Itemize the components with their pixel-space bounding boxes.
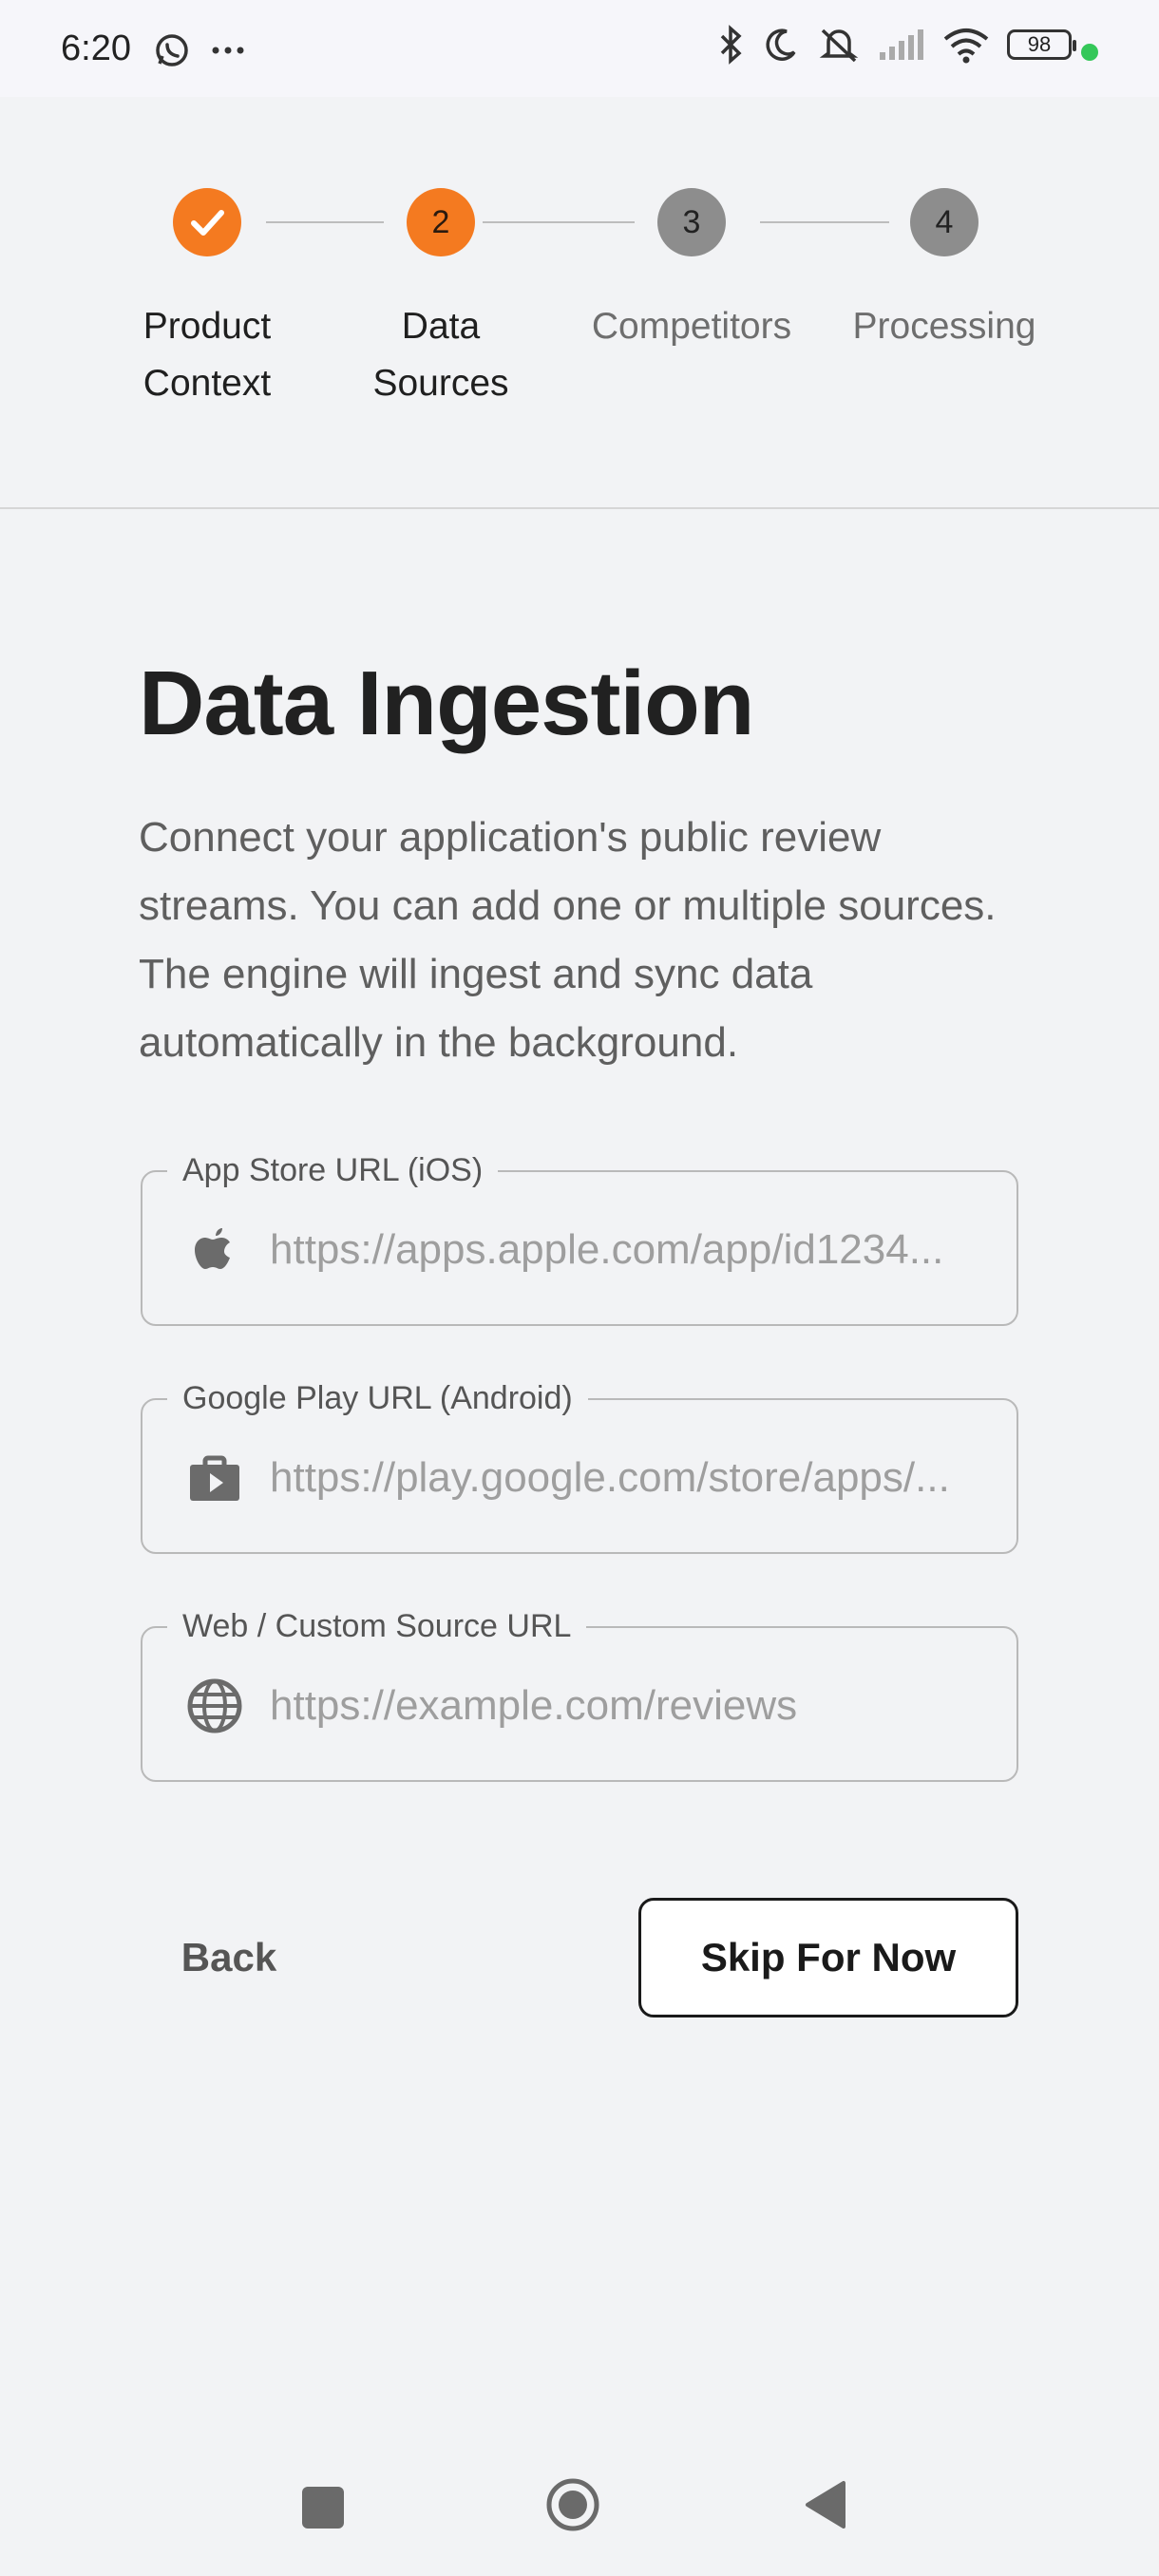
status-time: 6:20 xyxy=(61,28,131,68)
whatsapp-icon xyxy=(156,34,188,66)
app-store-url-label: App Store URL (iOS) xyxy=(167,1147,499,1193)
app-store-url-field[interactable]: App Store URL (iOS) xyxy=(141,1147,1018,1326)
wifi-icon xyxy=(943,28,989,64)
step-3-label: Competitors xyxy=(591,306,792,347)
skip-for-now-button[interactable]: Skip For Now xyxy=(638,1898,1018,2017)
custom-source-url-input[interactable] xyxy=(270,1666,992,1746)
app-store-url-input[interactable] xyxy=(270,1210,992,1290)
step-4-indicator: 4 xyxy=(910,188,978,256)
privacy-indicator-dot xyxy=(1081,44,1098,61)
mute-icon xyxy=(819,28,859,63)
play-store-icon xyxy=(190,1455,239,1501)
battery-level: 98 xyxy=(1027,32,1052,56)
step-1-label-line2: Context xyxy=(142,363,272,404)
step-2-label-line1: Data xyxy=(401,306,481,347)
home-icon[interactable] xyxy=(545,2477,600,2532)
moon-icon xyxy=(766,28,796,61)
google-play-url-label: Google Play URL (Android) xyxy=(167,1375,588,1421)
step-1-label-line1: Product xyxy=(142,306,272,347)
step-2-label-line2: Sources xyxy=(372,363,509,404)
more-icon xyxy=(212,47,244,54)
step-4-label: Processing xyxy=(852,306,1036,347)
step-connector xyxy=(483,221,635,223)
recent-apps-icon[interactable] xyxy=(302,2487,344,2529)
signal-icon xyxy=(880,29,923,60)
step-connector xyxy=(266,221,384,223)
custom-source-url-field[interactable]: Web / Custom Source URL xyxy=(141,1603,1018,1782)
page-title: Data Ingestion xyxy=(139,653,754,754)
apple-icon xyxy=(195,1228,230,1269)
step-2-label: Data Sources xyxy=(346,298,536,412)
step-2-indicator: 2 xyxy=(407,188,475,256)
custom-source-url-label: Web / Custom Source URL xyxy=(167,1603,587,1649)
step-1-label: Product Context xyxy=(112,298,302,412)
progress-stepper: 2 3 4 Product Context Data Sources Compe… xyxy=(0,97,1159,509)
step-3-indicator: 3 xyxy=(657,188,726,256)
back-nav-icon[interactable] xyxy=(804,2479,847,2530)
step-1-check-icon xyxy=(173,188,241,256)
globe-icon xyxy=(187,1678,242,1733)
page-description: Connect your application's public review… xyxy=(139,814,997,1066)
google-play-url-input[interactable] xyxy=(270,1438,992,1518)
bluetooth-icon xyxy=(720,25,742,65)
google-play-url-field[interactable]: Google Play URL (Android) xyxy=(141,1375,1018,1554)
battery-icon: 98 xyxy=(1007,29,1076,60)
system-navigation-bar xyxy=(0,2432,1159,2576)
step-connector xyxy=(760,221,889,223)
back-button[interactable]: Back xyxy=(139,1905,319,2010)
status-bar: 6:20 98 xyxy=(0,0,1159,97)
